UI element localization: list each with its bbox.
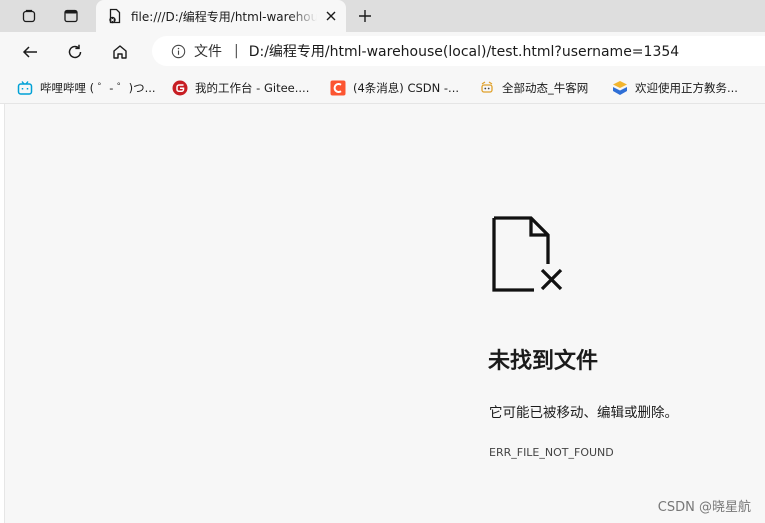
page-content: [4, 104, 765, 523]
zhengfang-icon: [612, 80, 628, 96]
address-bar[interactable]: 文件 | D:/编程专用/html-warehouse(local)/test.…: [152, 36, 765, 66]
bilibili-icon: [17, 80, 33, 96]
tab-title: file:///D:/编程专用/html-warehouse(local)/te…: [131, 9, 317, 24]
tab-active[interactable]: file:///D:/编程专用/html-warehouse(local)/te…: [96, 0, 346, 32]
gitee-icon: [172, 80, 188, 96]
error-description: 它可能已被移动、编辑或删除。: [489, 405, 678, 421]
workspaces-icon[interactable]: [18, 5, 40, 27]
file-not-found-icon: [488, 216, 568, 296]
tab-actions-icon[interactable]: [60, 5, 82, 27]
bookmarks-bar: 哔哩哔哩 ( ゜- ゜)つ... 我的工作台 - Gitee.... (4条消息…: [0, 70, 765, 104]
watermark: CSDN @晓星航: [657, 500, 751, 515]
bookmark-label: 欢迎使用正方教务...: [635, 81, 738, 95]
refresh-icon[interactable]: [63, 40, 87, 64]
new-tab-icon[interactable]: [354, 5, 376, 27]
bookmark-label: 我的工作台 - Gitee....: [195, 81, 310, 95]
bookmark-bilibili[interactable]: 哔哩哔哩 ( ゜- ゜)つ...: [17, 79, 156, 97]
close-tab-icon[interactable]: [321, 6, 341, 26]
url-text[interactable]: D:/编程专用/html-warehouse(local)/test.html?…: [249, 41, 679, 61]
bookmark-gitee[interactable]: 我的工作台 - Gitee....: [172, 79, 309, 97]
error-code: ERR_FILE_NOT_FOUND: [489, 446, 614, 459]
address-separator: |: [234, 43, 239, 59]
browser-window: file:///D:/编程专用/html-warehouse(local)/te…: [0, 0, 765, 523]
csdn-icon: [330, 80, 346, 96]
nowcoder-icon: [479, 80, 495, 96]
bookmark-label: 全部动态_牛客网: [502, 81, 589, 95]
bookmark-nowcoder[interactable]: 全部动态_牛客网: [479, 79, 588, 97]
navigation-toolbar: 文件 | D:/编程专用/html-warehouse(local)/test.…: [0, 32, 765, 70]
site-label[interactable]: 文件: [194, 41, 222, 61]
tab-strip: file:///D:/编程专用/html-warehouse(local)/te…: [0, 0, 765, 32]
bookmark-zhengfang[interactable]: 欢迎使用正方教务...: [612, 79, 738, 97]
home-icon[interactable]: [108, 40, 132, 64]
error-title: 未找到文件: [488, 349, 599, 374]
info-icon[interactable]: [170, 43, 186, 59]
bookmark-label: (4条消息) CSDN -...: [353, 81, 460, 95]
back-arrow-icon[interactable]: [18, 40, 42, 64]
bookmark-csdn[interactable]: (4条消息) CSDN -...: [330, 79, 459, 97]
broken-file-icon: [106, 7, 124, 25]
bookmark-label: 哔哩哔哩 ( ゜- ゜)つ...: [40, 81, 156, 95]
